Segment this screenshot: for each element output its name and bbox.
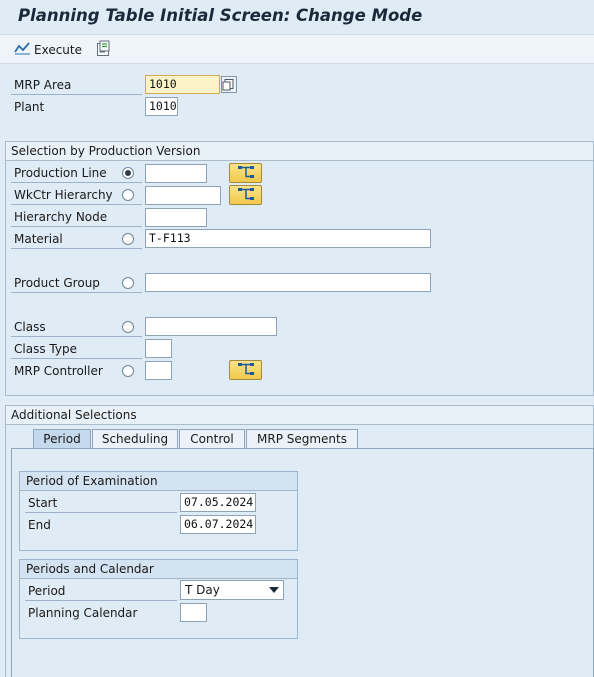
hierarchy-node-input[interactable]	[145, 208, 207, 227]
plant-label: Plant	[14, 100, 45, 114]
production-line-hierarchy-button[interactable]	[229, 163, 262, 183]
start-label: Start	[28, 496, 58, 510]
application-toolbar: Execute	[0, 34, 594, 64]
planning-calendar-input[interactable]	[180, 603, 207, 622]
tab-mrp-segments[interactable]: MRP Segments	[246, 429, 358, 449]
chevron-down-icon	[269, 587, 279, 593]
divider	[11, 94, 142, 95]
period-of-examination-group: Period of Examination	[19, 471, 298, 551]
product-group-radio[interactable]	[122, 277, 134, 289]
hierarchy-icon	[237, 165, 255, 182]
mrp-controller-radio[interactable]	[122, 365, 134, 377]
material-radio[interactable]	[122, 233, 134, 245]
class-label: Class	[14, 320, 46, 334]
period-dropdown-value: T Day	[185, 583, 220, 597]
period-dropdown[interactable]: T Day	[180, 580, 284, 600]
period-label: Period	[28, 584, 66, 598]
mrp-area-input[interactable]: 1010	[145, 75, 220, 94]
end-label: End	[28, 518, 51, 532]
mrp-area-label: MRP Area	[14, 78, 72, 92]
start-date-input[interactable]: 07.05.2024	[180, 493, 256, 512]
tab-control[interactable]: Control	[179, 429, 245, 449]
execute-label: Execute	[34, 42, 82, 57]
execute-button[interactable]: Execute	[14, 41, 82, 58]
divider	[11, 292, 142, 293]
divider	[11, 226, 142, 227]
product-group-label: Product Group	[14, 276, 100, 290]
selection-group-title: Selection by Production Version	[6, 142, 593, 161]
hierarchy-node-label: Hierarchy Node	[14, 210, 108, 224]
divider	[25, 512, 177, 513]
tab-period[interactable]: Period	[33, 429, 91, 449]
variant-button[interactable]	[96, 40, 112, 60]
production-line-radio[interactable]	[122, 167, 134, 179]
divider	[11, 248, 142, 249]
material-label: Material	[14, 232, 63, 246]
divider	[11, 336, 142, 337]
divider	[11, 204, 142, 205]
additional-selections-title: Additional Selections	[6, 406, 593, 425]
value-help-button[interactable]	[221, 76, 237, 93]
mrp-controller-label: MRP Controller	[14, 364, 103, 378]
class-type-input[interactable]	[145, 339, 172, 358]
page-title: Planning Table Initial Screen: Change Mo…	[18, 6, 423, 25]
hierarchy-icon	[237, 362, 255, 379]
hierarchy-icon	[237, 187, 255, 204]
class-input[interactable]	[145, 317, 277, 336]
production-line-input[interactable]	[145, 164, 207, 183]
wkctr-hierarchy-radio[interactable]	[122, 189, 134, 201]
get-variant-icon	[96, 40, 112, 60]
divider	[11, 182, 142, 183]
end-date-input[interactable]: 06.07.2024	[180, 515, 256, 534]
value-help-icon	[222, 79, 236, 95]
production-line-label: Production Line	[14, 166, 107, 180]
plant-input[interactable]: 1010	[145, 97, 178, 116]
planning-calendar-label: Planning Calendar	[28, 606, 138, 620]
period-of-examination-title: Period of Examination	[20, 472, 297, 491]
product-group-input[interactable]	[145, 273, 431, 292]
title-bar: Planning Table Initial Screen: Change Mo…	[0, 0, 594, 34]
class-type-label: Class Type	[14, 342, 77, 356]
wkctr-hierarchy-input[interactable]	[145, 186, 221, 205]
divider	[11, 358, 142, 359]
divider	[25, 600, 177, 601]
mrp-controller-input[interactable]	[145, 361, 172, 380]
tab-scheduling[interactable]: Scheduling	[92, 429, 178, 449]
periods-and-calendar-title: Periods and Calendar	[20, 560, 297, 579]
class-radio[interactable]	[122, 321, 134, 333]
execute-icon	[14, 41, 31, 58]
material-input[interactable]: T-F113	[145, 229, 431, 248]
wkctr-hierarchy-button[interactable]	[229, 185, 262, 205]
mrp-controller-hierarchy-button[interactable]	[229, 360, 262, 380]
wkctr-hierarchy-label: WkCtr Hierarchy	[14, 188, 113, 202]
